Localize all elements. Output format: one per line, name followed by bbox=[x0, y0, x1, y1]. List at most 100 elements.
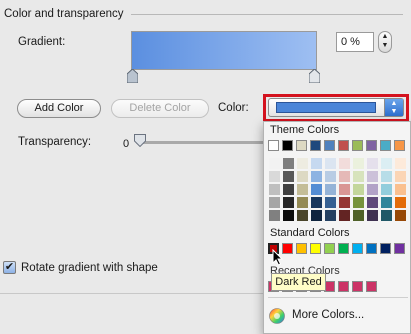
theme-shade-swatch[interactable] bbox=[297, 210, 308, 221]
standard-color-swatch[interactable] bbox=[282, 243, 293, 254]
select-arrows-icon[interactable]: ▲ ▼ bbox=[384, 99, 403, 116]
theme-shade-swatch[interactable] bbox=[395, 210, 406, 221]
theme-shade-swatch[interactable] bbox=[269, 158, 280, 169]
theme-shade-swatch[interactable] bbox=[395, 158, 406, 169]
stepper-up-icon[interactable]: ▲ bbox=[379, 32, 391, 41]
theme-color-swatch[interactable] bbox=[282, 140, 293, 151]
gradient-position-stepper[interactable]: ▲ ▼ bbox=[378, 31, 392, 53]
theme-shade-swatch[interactable] bbox=[367, 184, 378, 195]
theme-shade-swatch[interactable] bbox=[367, 158, 378, 169]
theme-color-swatch[interactable] bbox=[310, 140, 321, 151]
theme-shade-swatch[interactable] bbox=[311, 184, 322, 195]
transparency-min-label: 0 bbox=[123, 138, 130, 150]
standard-color-swatch[interactable] bbox=[338, 243, 349, 254]
theme-color-swatch[interactable] bbox=[394, 140, 405, 151]
theme-shade-swatch[interactable] bbox=[381, 158, 392, 169]
rotate-gradient-label[interactable]: Rotate gradient with shape bbox=[21, 262, 158, 274]
theme-color-swatch[interactable] bbox=[380, 140, 391, 151]
transparency-slider-thumb[interactable] bbox=[134, 134, 146, 150]
theme-shade-swatch[interactable] bbox=[297, 197, 308, 208]
theme-shade-swatch[interactable] bbox=[325, 171, 336, 182]
theme-shade-swatch[interactable] bbox=[353, 184, 364, 195]
recent-color-swatch[interactable] bbox=[338, 281, 349, 292]
theme-shade-swatch[interactable] bbox=[325, 197, 336, 208]
theme-shade-swatch[interactable] bbox=[297, 171, 308, 182]
theme-shade-swatch[interactable] bbox=[339, 197, 350, 208]
gradient-label: Gradient: bbox=[18, 36, 66, 48]
theme-shade-swatch[interactable] bbox=[297, 184, 308, 195]
gradient-position-field[interactable]: 0 % bbox=[336, 32, 374, 52]
gradient-stop-left[interactable] bbox=[127, 69, 138, 83]
theme-shade-swatch[interactable] bbox=[283, 197, 294, 208]
stepper-down-icon[interactable]: ▼ bbox=[379, 41, 391, 50]
standard-color-swatch[interactable] bbox=[366, 243, 377, 254]
theme-shade-swatch[interactable] bbox=[269, 184, 280, 195]
section-title: Color and transparency bbox=[4, 8, 124, 20]
color-select[interactable]: ▲ ▼ bbox=[268, 98, 404, 117]
mouse-pointer-icon bbox=[272, 248, 284, 269]
recent-color-swatch[interactable] bbox=[352, 281, 363, 292]
theme-shade-swatch[interactable] bbox=[353, 158, 364, 169]
theme-colors-title: Theme Colors bbox=[270, 124, 340, 136]
theme-shade-swatch[interactable] bbox=[353, 171, 364, 182]
standard-color-swatch[interactable] bbox=[324, 243, 335, 254]
standard-color-swatch[interactable] bbox=[296, 243, 307, 254]
standard-color-swatch[interactable] bbox=[380, 243, 391, 254]
theme-shade-swatch[interactable] bbox=[311, 171, 322, 182]
standard-color-swatch[interactable] bbox=[394, 243, 405, 254]
theme-shade-swatch[interactable] bbox=[283, 210, 294, 221]
theme-shade-swatch[interactable] bbox=[269, 171, 280, 182]
theme-shade-swatch[interactable] bbox=[325, 210, 336, 221]
theme-shade-swatch[interactable] bbox=[353, 210, 364, 221]
color-tooltip: Dark Red bbox=[271, 273, 326, 291]
transparency-slider-track[interactable] bbox=[136, 141, 266, 144]
section-divider bbox=[131, 14, 403, 15]
color-wheel-icon[interactable] bbox=[269, 308, 285, 324]
theme-shade-swatch[interactable] bbox=[395, 197, 406, 208]
theme-shade-swatch[interactable] bbox=[283, 171, 294, 182]
theme-shade-swatch[interactable] bbox=[325, 158, 336, 169]
theme-shade-swatch[interactable] bbox=[339, 171, 350, 182]
theme-shade-swatch[interactable] bbox=[311, 158, 322, 169]
theme-shade-swatch[interactable] bbox=[269, 210, 280, 221]
theme-shade-swatch[interactable] bbox=[311, 210, 322, 221]
theme-shade-swatch[interactable] bbox=[381, 171, 392, 182]
theme-color-swatch[interactable] bbox=[268, 140, 279, 151]
standard-color-swatch[interactable] bbox=[310, 243, 321, 254]
standard-color-swatch[interactable] bbox=[352, 243, 363, 254]
theme-shade-swatch[interactable] bbox=[395, 171, 406, 182]
gradient-stop-right[interactable] bbox=[309, 69, 320, 83]
color-palette-dropdown: Theme Colors Standard Colors Recent Colo… bbox=[263, 121, 411, 334]
theme-shade-swatch[interactable] bbox=[339, 184, 350, 195]
theme-color-swatch[interactable] bbox=[296, 140, 307, 151]
theme-shade-swatch[interactable] bbox=[353, 197, 364, 208]
theme-shade-swatch[interactable] bbox=[283, 158, 294, 169]
rotate-gradient-checkbox[interactable]: ✔ bbox=[3, 261, 16, 274]
color-label: Color: bbox=[218, 102, 249, 114]
theme-shade-swatch[interactable] bbox=[367, 210, 378, 221]
theme-shade-swatch[interactable] bbox=[381, 184, 392, 195]
theme-shade-swatch[interactable] bbox=[311, 197, 322, 208]
add-color-button[interactable]: Add Color bbox=[17, 99, 101, 118]
theme-shade-swatch[interactable] bbox=[395, 184, 406, 195]
theme-shade-swatch[interactable] bbox=[367, 197, 378, 208]
palette-divider bbox=[268, 297, 408, 298]
theme-shade-swatch[interactable] bbox=[283, 184, 294, 195]
theme-shade-swatch[interactable] bbox=[339, 158, 350, 169]
theme-shade-swatch[interactable] bbox=[297, 158, 308, 169]
theme-shade-swatch[interactable] bbox=[381, 210, 392, 221]
theme-color-swatch[interactable] bbox=[352, 140, 363, 151]
theme-color-swatch[interactable] bbox=[324, 140, 335, 151]
delete-color-button[interactable]: Delete Color bbox=[111, 99, 209, 118]
recent-color-swatch[interactable] bbox=[366, 281, 377, 292]
selected-color-swatch bbox=[276, 102, 376, 113]
theme-shade-swatch[interactable] bbox=[339, 210, 350, 221]
more-colors-link[interactable]: More Colors... bbox=[292, 309, 364, 321]
theme-color-swatch[interactable] bbox=[366, 140, 377, 151]
standard-colors-title: Standard Colors bbox=[270, 227, 350, 239]
theme-shade-swatch[interactable] bbox=[325, 184, 336, 195]
theme-color-swatch[interactable] bbox=[338, 140, 349, 151]
theme-shade-swatch[interactable] bbox=[381, 197, 392, 208]
theme-shade-swatch[interactable] bbox=[269, 197, 280, 208]
theme-shade-swatch[interactable] bbox=[367, 171, 378, 182]
